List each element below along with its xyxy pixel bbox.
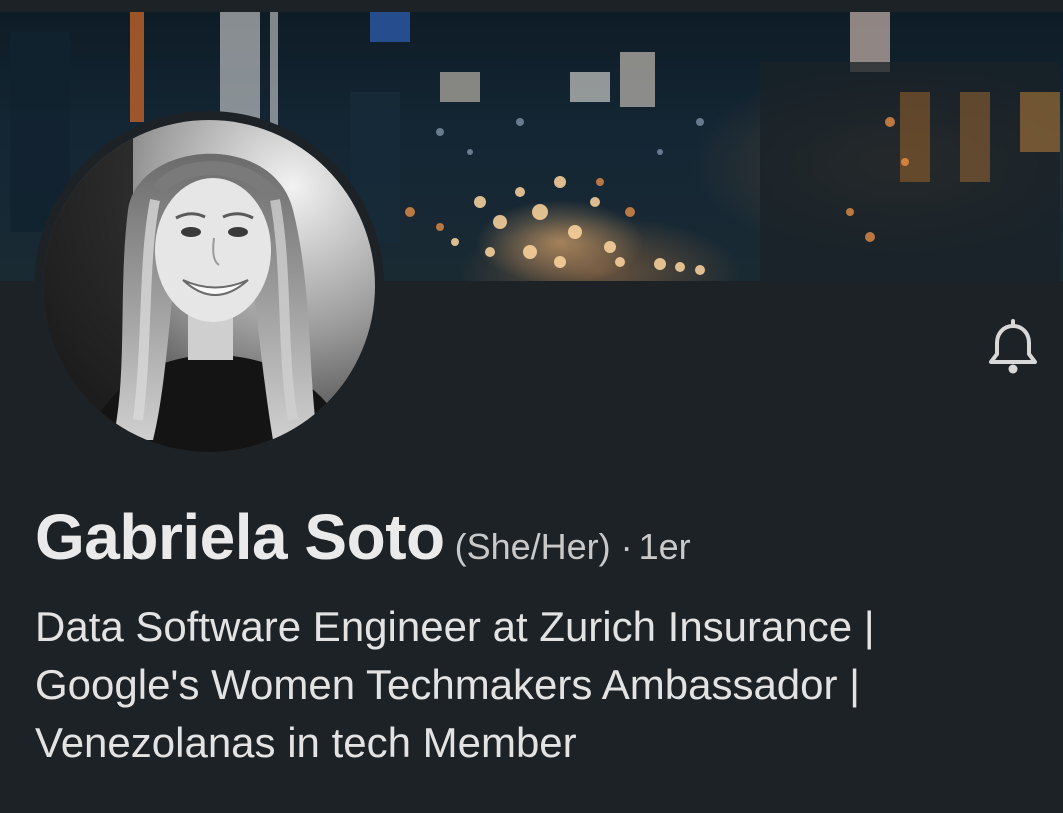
headline-line: Data Software Engineer at Zurich Insuran… [35, 603, 875, 650]
avatar[interactable] [43, 120, 375, 452]
bell-icon [989, 319, 1037, 374]
profile-photo [43, 120, 375, 452]
connection-degree-badge: 1er [638, 526, 691, 567]
notification-bell-button[interactable] [982, 316, 1044, 378]
separator-dot: · [620, 526, 633, 567]
headline-line: Google's Women Techmakers Ambassador | [35, 661, 861, 708]
profile-pronouns: (She/Her) [454, 526, 611, 567]
headline-line: Venezolanas in tech Member [35, 719, 577, 766]
profile-headline: Data Software Engineer at Zurich Insuran… [35, 598, 1050, 772]
status-bar-strip [0, 0, 1063, 12]
profile-name-line: Gabriela Soto (She/Her) · 1er [35, 500, 691, 574]
profile-page: Gabriela Soto (She/Her) · 1er Data Software… [0, 0, 1063, 813]
profile-name[interactable]: Gabriela Soto [35, 501, 445, 573]
